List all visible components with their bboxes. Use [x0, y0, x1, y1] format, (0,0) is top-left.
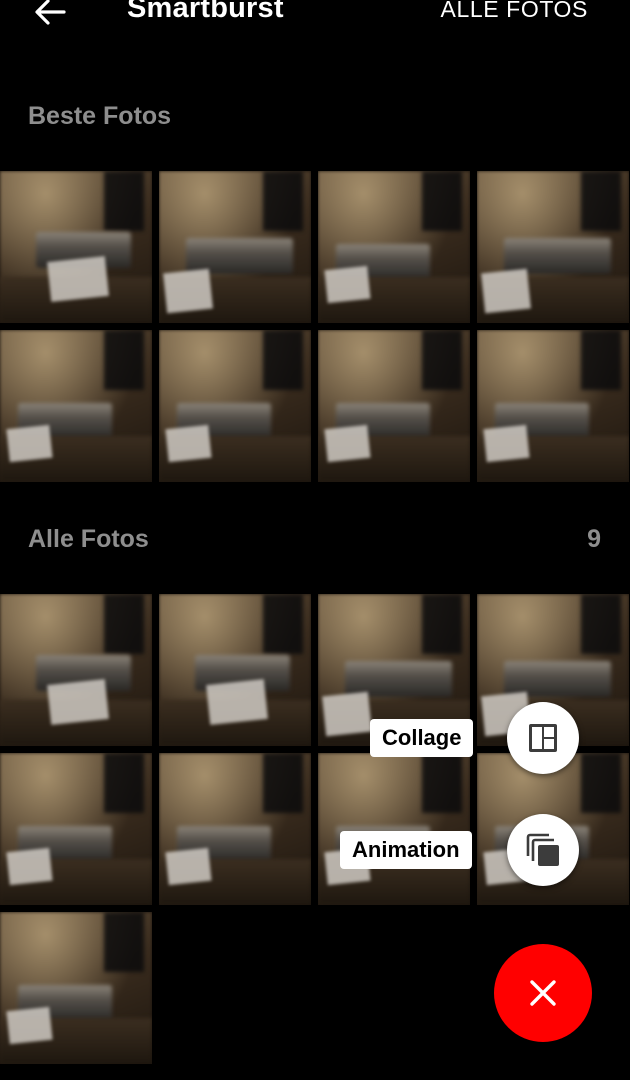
animation-action[interactable]: Animation	[340, 831, 472, 869]
photo-thumbnail[interactable]	[159, 330, 311, 482]
photo-thumbnail[interactable]	[0, 171, 152, 323]
photo-thumbnail[interactable]	[159, 171, 311, 323]
animation-label[interactable]: Animation	[340, 831, 472, 869]
collage-button[interactable]	[507, 702, 579, 774]
photo-thumbnail[interactable]	[318, 753, 470, 905]
photo-thumbnail[interactable]	[0, 594, 152, 746]
page-title: Smartburst	[127, 0, 284, 24]
app-bar: Smartburst ALLE FOTOS	[0, 0, 630, 40]
photo-thumbnail[interactable]	[0, 912, 152, 1064]
collage-label[interactable]: Collage	[370, 719, 474, 757]
all-photos-heading: Alle Fotos	[28, 525, 149, 553]
collage-layout-icon	[529, 724, 557, 752]
photo-thumbnail[interactable]	[318, 330, 470, 482]
back-button[interactable]	[30, 0, 70, 30]
photo-count: 9	[587, 525, 601, 553]
best-photos-grid	[0, 171, 630, 483]
arrow-left-icon	[35, 0, 66, 25]
photo-thumbnail[interactable]	[0, 330, 152, 482]
photo-thumbnail[interactable]	[477, 171, 629, 323]
photo-thumbnail[interactable]	[318, 171, 470, 323]
photo-thumbnail[interactable]	[0, 753, 152, 905]
best-photos-heading: Beste Fotos	[28, 102, 172, 130]
collage-action[interactable]: Collage	[370, 719, 474, 757]
photo-thumbnail[interactable]	[159, 594, 311, 746]
photo-thumbnail[interactable]	[477, 330, 629, 482]
stacked-copies-icon	[526, 833, 559, 866]
photo-thumbnail[interactable]	[159, 753, 311, 905]
close-fab[interactable]	[494, 944, 592, 1042]
animation-button[interactable]	[507, 814, 579, 886]
all-photos-button[interactable]: ALLE FOTOS	[441, 0, 588, 23]
close-icon	[530, 980, 556, 1006]
